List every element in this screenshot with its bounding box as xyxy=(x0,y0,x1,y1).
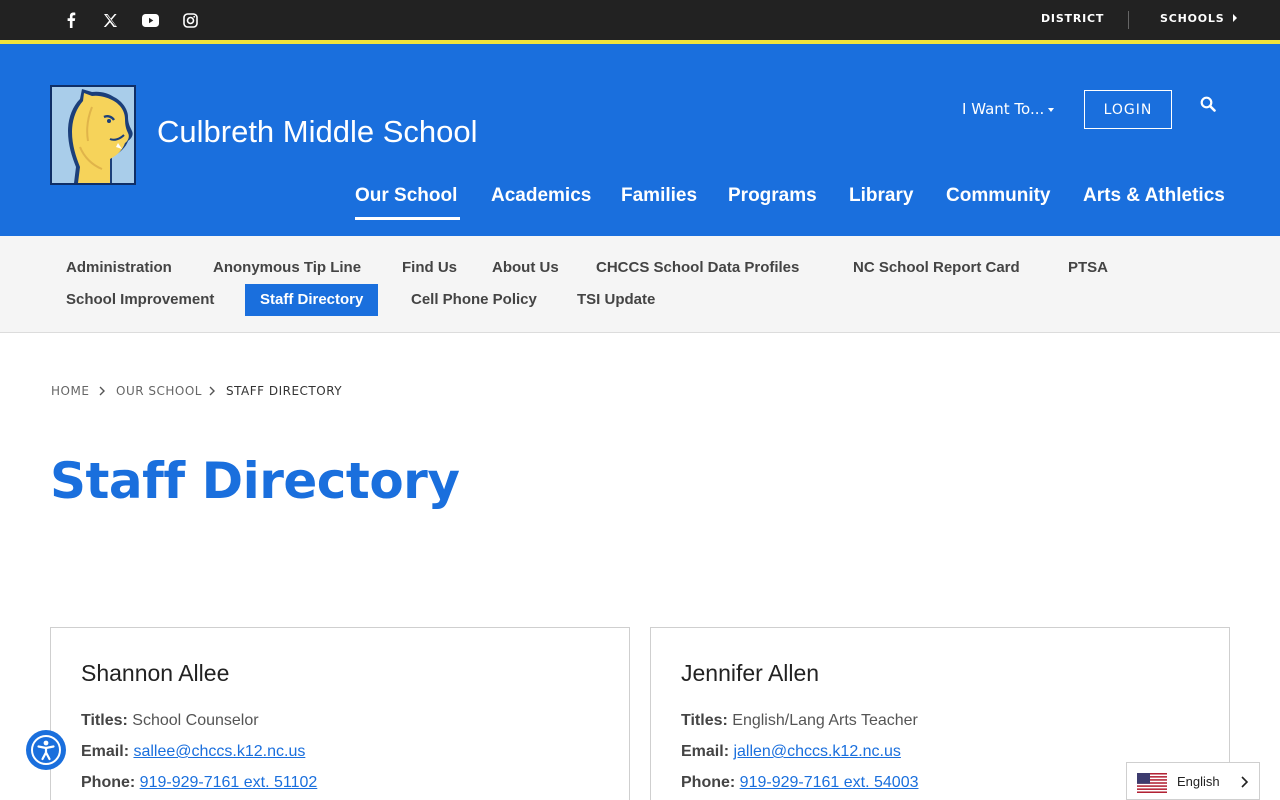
search-icon[interactable] xyxy=(1200,96,1220,116)
staff-title: School Counselor xyxy=(132,712,259,729)
nav-academics[interactable]: Academics xyxy=(491,185,591,207)
nav-community[interactable]: Community xyxy=(946,185,1051,207)
phone-label: Phone: xyxy=(81,774,136,791)
nav-programs[interactable]: Programs xyxy=(728,185,817,207)
caret-down-icon xyxy=(1048,107,1055,112)
staff-email-row: Email: jallen@chccs.k12.nc.us xyxy=(681,743,901,761)
phone-label: Phone: xyxy=(681,774,736,791)
school-logo[interactable] xyxy=(50,85,136,185)
school-name[interactable]: Culbreth Middle School xyxy=(157,114,478,150)
subnav-administration[interactable]: Administration xyxy=(66,252,172,284)
schools-label: SCHOOLS xyxy=(1160,12,1225,25)
nav-active-indicator xyxy=(355,217,460,220)
accessibility-icon xyxy=(31,735,61,765)
youtube-icon[interactable] xyxy=(140,10,160,30)
site-header: Culbreth Middle School I Want To... LOGI… xyxy=(0,44,1280,236)
titles-label: Titles: xyxy=(81,712,128,729)
instagram-icon[interactable] xyxy=(180,10,200,30)
chevron-right-icon xyxy=(1241,776,1249,788)
subnav-school-data-profiles[interactable]: CHCCS School Data Profiles xyxy=(596,252,799,284)
login-button[interactable]: LOGIN xyxy=(1084,90,1172,129)
staff-title-row: Titles: English/Lang Arts Teacher xyxy=(681,712,918,730)
staff-name: Jennifer Allen xyxy=(681,660,820,686)
language-label: English xyxy=(1177,774,1220,789)
staff-title-row: Titles: School Counselor xyxy=(81,712,259,730)
titles-label: Titles: xyxy=(681,712,728,729)
utility-bar: DISTRICT SCHOOLS xyxy=(0,0,1280,40)
cougar-logo-icon xyxy=(52,87,134,183)
staff-email-link[interactable]: jallen@chccs.k12.nc.us xyxy=(733,743,900,760)
breadcrumb-our-school[interactable]: OUR SCHOOL xyxy=(116,384,202,398)
accessibility-button[interactable] xyxy=(26,730,66,770)
staff-name: Shannon Allee xyxy=(81,660,230,686)
subnav-cell-phone-policy[interactable]: Cell Phone Policy xyxy=(411,284,537,316)
subnav-nc-report-card[interactable]: NC School Report Card xyxy=(853,252,1020,284)
nav-our-school[interactable]: Our School xyxy=(355,185,457,207)
breadcrumb-home[interactable]: HOME xyxy=(51,384,89,398)
staff-title: English/Lang Arts Teacher xyxy=(732,712,918,729)
facebook-icon[interactable] xyxy=(61,10,81,30)
staff-card: Shannon Allee Titles: School Counselor E… xyxy=(50,627,630,800)
subnav-find-us[interactable]: Find Us xyxy=(402,252,457,284)
subnav-ptsa[interactable]: PTSA xyxy=(1068,252,1108,284)
subnav-anonymous-tip-line[interactable]: Anonymous Tip Line xyxy=(213,252,361,284)
language-selector[interactable]: English xyxy=(1126,762,1260,800)
staff-phone-row: Phone: 919-929-7161 ext. 51102 xyxy=(81,774,317,792)
schools-dropdown[interactable]: SCHOOLS xyxy=(1160,12,1238,25)
subnav-school-improvement[interactable]: School Improvement xyxy=(66,284,214,316)
i-want-to-label: I Want To... xyxy=(962,100,1045,118)
top-divider xyxy=(1128,11,1129,29)
subnav-staff-directory[interactable]: Staff Directory xyxy=(245,284,379,316)
section-subnav: Administration Anonymous Tip Line Find U… xyxy=(0,236,1280,333)
staff-phone-link[interactable]: 919-929-7161 ext. 54003 xyxy=(740,774,919,791)
email-label: Email: xyxy=(681,743,730,760)
i-want-to-dropdown[interactable]: I Want To... xyxy=(962,100,1055,118)
staff-phone-link[interactable]: 919-929-7161 ext. 51102 xyxy=(140,774,318,791)
breadcrumb-current: STAFF DIRECTORY xyxy=(226,384,343,398)
email-label: Email: xyxy=(81,743,130,760)
staff-email-link[interactable]: sallee@chccs.k12.nc.us xyxy=(133,743,305,760)
us-flag-icon xyxy=(1137,773,1167,793)
district-link[interactable]: DISTRICT xyxy=(1041,12,1104,25)
chevron-right-icon xyxy=(99,386,105,396)
subnav-about-us[interactable]: About Us xyxy=(492,252,559,284)
nav-families[interactable]: Families xyxy=(621,185,697,207)
nav-arts-athletics[interactable]: Arts & Athletics xyxy=(1083,185,1225,207)
chevron-right-icon xyxy=(209,386,215,396)
x-twitter-icon[interactable] xyxy=(100,10,120,30)
page-title: Staff Directory xyxy=(50,452,460,510)
staff-email-row: Email: sallee@chccs.k12.nc.us xyxy=(81,743,305,761)
subnav-tsi-update[interactable]: TSI Update xyxy=(577,284,655,316)
nav-library[interactable]: Library xyxy=(849,185,913,207)
caret-right-icon xyxy=(1233,14,1238,22)
staff-phone-row: Phone: 919-929-7161 ext. 54003 xyxy=(681,774,918,792)
